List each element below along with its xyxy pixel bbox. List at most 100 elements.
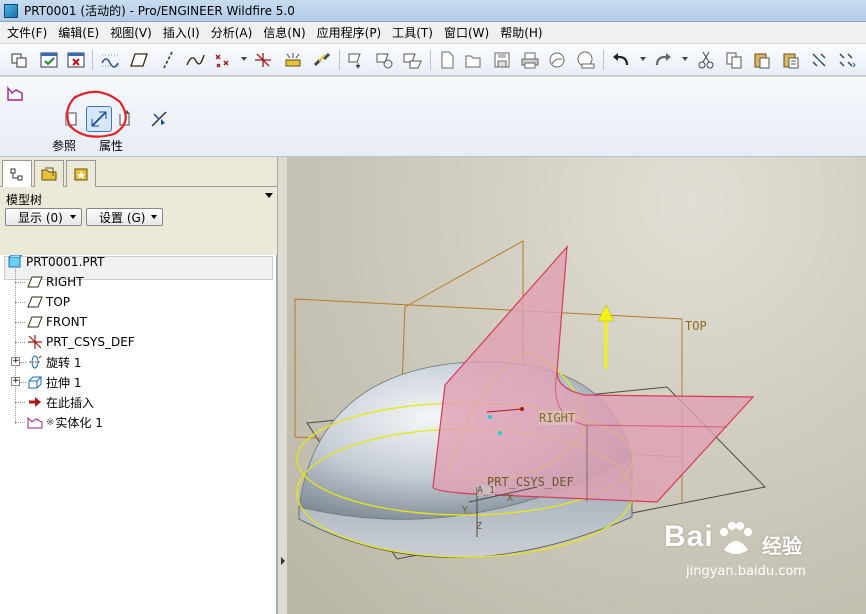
orient-mode-icon[interactable]	[401, 49, 423, 71]
insert-arrow-icon	[27, 394, 43, 410]
solidify-feature-icon	[27, 414, 43, 430]
datum-plane-icon	[27, 314, 43, 330]
collapse-arrow-icon[interactable]	[281, 557, 285, 565]
menu-applications[interactable]: 应用程序(P)	[313, 22, 386, 44]
expand-revolve-button[interactable]: +	[11, 357, 20, 366]
watermark-brand: Bai	[664, 520, 714, 553]
chain-link-icon[interactable]	[311, 49, 333, 71]
coordinate-system-icon[interactable]	[252, 49, 274, 71]
datum-point-icon[interactable]	[212, 49, 234, 71]
regen-manager-icon[interactable]	[836, 49, 858, 71]
label-axis-z: Z	[476, 521, 483, 532]
flip-direction-icon[interactable]	[148, 108, 170, 130]
redo-icon[interactable]	[652, 49, 674, 71]
cut-icon[interactable]	[695, 49, 717, 71]
analysis-feature-icon[interactable]	[282, 49, 304, 71]
tab-folder-browser[interactable]	[34, 160, 64, 187]
open-file-icon[interactable]	[462, 49, 484, 71]
navigator-panel: 模型树 显示 (0) 设置 (G) PRT0001.PRT RIGHT TOP …	[0, 157, 277, 614]
window-title: PRT0001 (活动的) - Pro/ENGINEER Wildfire 5.…	[24, 4, 295, 18]
tree-item-label: PRT0001.PRT	[26, 255, 105, 269]
incomplete-marker: ※	[46, 416, 55, 428]
send-link-icon[interactable]	[575, 49, 597, 71]
model-tree-label: 模型树	[6, 193, 43, 207]
tree-item-extrude[interactable]: 拉伸 1	[27, 373, 81, 391]
tree-item-label: FRONT	[46, 315, 87, 329]
spin-center-icon[interactable]	[373, 49, 395, 71]
send-mail-icon[interactable]	[547, 49, 569, 71]
tree-item-root[interactable]: PRT0001.PRT	[7, 253, 104, 271]
highlight-annotation-circle	[65, 90, 127, 138]
copy-icon[interactable]	[723, 49, 745, 71]
tree-item-right[interactable]: RIGHT	[27, 273, 84, 291]
menu-edit[interactable]: 编辑(E)	[54, 22, 103, 44]
properties-tab[interactable]: 属性	[99, 137, 123, 154]
direction-arrowhead[interactable]	[597, 304, 615, 322]
tree-item-top[interactable]: TOP	[27, 293, 70, 311]
tree-item-front[interactable]: FRONT	[27, 313, 87, 331]
tree-item-label: 在此插入	[46, 395, 95, 410]
expand-extrude-button[interactable]: +	[11, 377, 20, 386]
repaint-icon[interactable]	[345, 49, 367, 71]
tab-favorites[interactable]	[66, 160, 96, 187]
menu-info[interactable]: 信息(N)	[259, 22, 309, 44]
folder-icon	[41, 167, 57, 181]
menu-help[interactable]: 帮助(H)	[496, 22, 546, 44]
title-bar: PRT0001 (活动的) - Pro/ENGINEER Wildfire 5.…	[0, 0, 866, 22]
tree-item-csys[interactable]: PRT_CSYS_DEF	[27, 333, 135, 351]
favorites-icon	[74, 168, 88, 181]
label-top-plane: TOP	[685, 319, 707, 333]
paste-icon[interactable]	[751, 49, 773, 71]
save-icon[interactable]	[491, 49, 513, 71]
label-axis-x: X	[507, 493, 514, 504]
menu-tools[interactable]: 工具(T)	[388, 22, 437, 44]
datum-plane-icon[interactable]	[128, 49, 150, 71]
new-file-icon[interactable]	[436, 49, 458, 71]
menu-file[interactable]: 文件(F)	[3, 22, 51, 44]
menu-analysis[interactable]: 分析(A)	[207, 22, 257, 44]
datum-curve-icon[interactable]	[184, 49, 206, 71]
settings-button[interactable]: 设置 (G)	[86, 208, 163, 226]
show-button[interactable]: 显示 (0)	[5, 208, 82, 226]
menu-view[interactable]: 视图(V)	[106, 22, 156, 44]
menu-insert[interactable]: 插入(I)	[159, 22, 204, 44]
chevron-down-icon	[151, 215, 157, 219]
menu-window[interactable]: 窗口(W)	[440, 22, 493, 44]
revolve-icon	[27, 354, 43, 370]
panel-menu-arrow-icon[interactable]	[265, 193, 273, 198]
quilt-preview	[432, 245, 755, 503]
sketch-grid-icon[interactable]	[99, 49, 121, 71]
feature-dashboard: 参照 属性	[0, 77, 866, 157]
print-icon[interactable]	[519, 49, 541, 71]
watermark-url: jingyan.baidu.com	[686, 564, 806, 579]
extrude-icon	[27, 374, 43, 390]
model-tree-header: 模型树 显示 (0) 设置 (G)	[0, 187, 277, 280]
datum-axis-icon[interactable]	[157, 49, 179, 71]
close-window-icon[interactable]	[65, 49, 87, 71]
label-csys: PRT_CSYS_DEF	[487, 475, 574, 489]
label-right-plane: RIGHT	[539, 411, 576, 425]
references-tab[interactable]: 参照	[52, 137, 76, 154]
app-icon	[4, 3, 18, 18]
tree-item-solidify[interactable]: ※ 实体化 1	[27, 413, 103, 431]
tree-item-revolve[interactable]: 旋转 1	[27, 353, 81, 371]
chevron-down-icon	[70, 215, 76, 219]
part-icon	[7, 254, 23, 270]
paste-special-icon[interactable]	[780, 49, 802, 71]
show-button-label: 显示 (0)	[18, 210, 63, 225]
navigator-tabs	[0, 157, 277, 188]
solidify-feature-icon	[5, 83, 25, 103]
tree-item-label: 拉伸 1	[46, 375, 82, 390]
tree-item-label: 实体化 1	[55, 415, 103, 430]
regenerate-icon[interactable]	[808, 49, 830, 71]
tree-item-insert-here[interactable]: 在此插入	[27, 393, 94, 411]
checked-window-icon[interactable]	[38, 49, 60, 71]
open-layers-icon[interactable]	[8, 49, 30, 71]
undo-icon[interactable]	[610, 49, 632, 71]
main-toolbar	[0, 44, 866, 76]
coordinate-system-icon	[27, 334, 43, 350]
tab-model-tree[interactable]	[2, 160, 32, 188]
tree-icon	[10, 168, 23, 180]
panel-splitter[interactable]	[277, 157, 287, 614]
baidu-watermark: Bai 经验 jingyan.baidu.com	[664, 520, 806, 579]
